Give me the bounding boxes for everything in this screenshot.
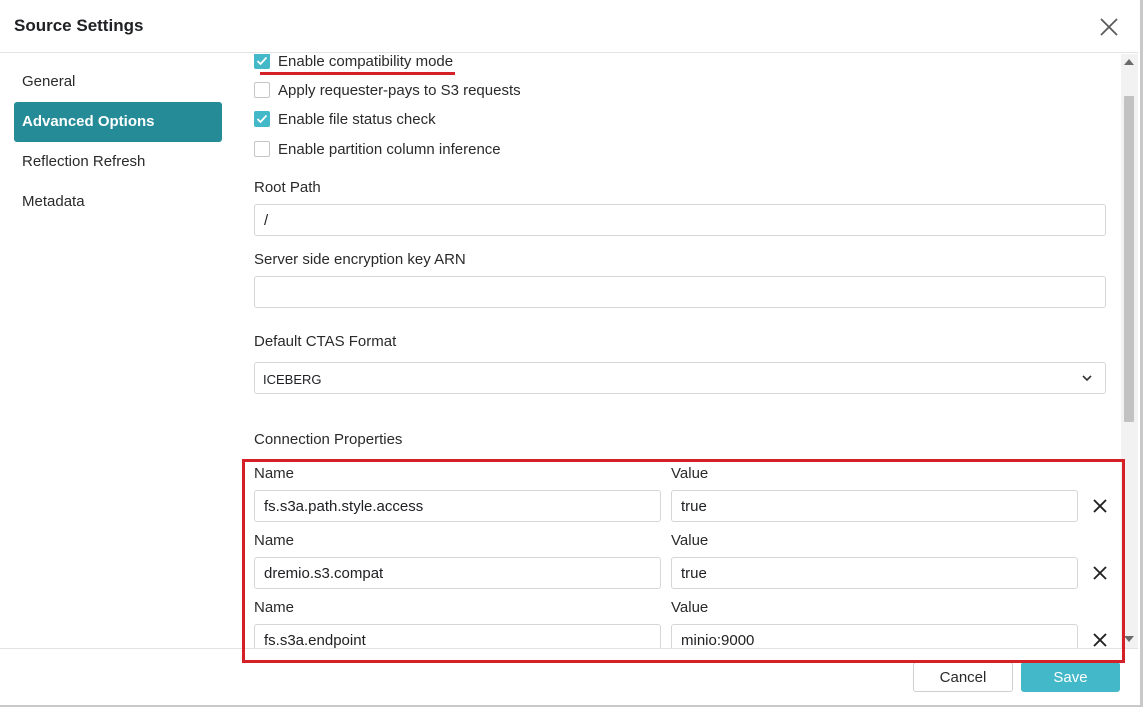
sidebar-item-reflection-refresh[interactable]: Reflection Refresh: [14, 142, 222, 182]
scroll-up-icon[interactable]: [1124, 59, 1134, 65]
close-button[interactable]: [1096, 14, 1122, 40]
ctas-format-value: ICEBERG: [263, 372, 322, 387]
property-value-input[interactable]: [671, 624, 1078, 648]
close-icon: [1093, 566, 1107, 580]
cancel-button[interactable]: Cancel: [913, 662, 1013, 692]
save-button[interactable]: Save: [1021, 662, 1120, 692]
requester-pays-checkbox[interactable]: [254, 82, 270, 98]
advanced-options-panel: Enable compatibility mode Apply requeste…: [236, 54, 1121, 648]
sidebar-item-general[interactable]: General: [14, 62, 222, 102]
compatibility-mode-label: Enable compatibility mode: [278, 54, 454, 70]
partition-inference-checkbox[interactable]: [254, 141, 270, 157]
property-value-input[interactable]: [671, 557, 1078, 589]
partition-inference-label: Enable partition column inference: [278, 140, 501, 158]
property-value-input[interactable]: [671, 490, 1078, 522]
close-icon: [1100, 18, 1118, 36]
property-value-header: Value: [671, 532, 709, 549]
property-value-header: Value: [671, 465, 709, 482]
close-icon: [1093, 499, 1107, 513]
sidebar-item-metadata[interactable]: Metadata: [14, 182, 222, 222]
sse-key-input[interactable]: [254, 276, 1106, 308]
checkmark-icon: [256, 56, 268, 66]
dialog-title: Source Settings: [14, 16, 144, 35]
property-name-header: Name: [254, 599, 295, 616]
root-path-label: Root Path: [254, 179, 321, 196]
settings-sidebar: General Advanced Options Reflection Refr…: [0, 54, 236, 648]
property-name-input[interactable]: [254, 490, 661, 522]
compatibility-mode-checkbox-row[interactable]: Enable compatibility mode: [254, 54, 453, 71]
file-status-check-checkbox[interactable]: [254, 111, 270, 127]
property-name-input[interactable]: [254, 624, 661, 648]
annotation-underline: [260, 72, 455, 75]
property-value-header: Value: [671, 599, 709, 616]
requester-pays-label: Apply requester-pays to S3 requests: [278, 81, 521, 99]
remove-property-button[interactable]: [1090, 630, 1110, 648]
partition-inference-checkbox-row[interactable]: Enable partition column inference: [254, 139, 501, 159]
sse-key-label: Server side encryption key ARN: [254, 251, 466, 268]
file-status-check-label: Enable file status check: [278, 110, 436, 128]
checkmark-icon: [256, 114, 268, 124]
chevron-down-icon: [1082, 375, 1092, 382]
compatibility-mode-checkbox[interactable]: [254, 54, 270, 69]
source-settings-dialog: Source Settings General Advanced Options…: [0, 0, 1143, 707]
dialog-header: Source Settings: [0, 0, 1138, 53]
scroll-down-icon[interactable]: [1124, 636, 1134, 642]
close-icon: [1093, 633, 1107, 647]
sidebar-item-advanced-options[interactable]: Advanced Options: [14, 102, 222, 142]
requester-pays-checkbox-row[interactable]: Apply requester-pays to S3 requests: [254, 80, 521, 100]
property-name-input[interactable]: [254, 557, 661, 589]
property-name-header: Name: [254, 532, 295, 549]
remove-property-button[interactable]: [1090, 563, 1110, 583]
file-status-check-checkbox-row[interactable]: Enable file status check: [254, 109, 436, 129]
content-scrollbar[interactable]: [1121, 54, 1138, 648]
ctas-format-label: Default CTAS Format: [254, 333, 397, 350]
scrollbar-thumb[interactable]: [1124, 96, 1134, 422]
root-path-input[interactable]: [254, 204, 1106, 236]
connection-properties-label: Connection Properties: [254, 431, 403, 448]
property-name-header: Name: [254, 465, 295, 482]
remove-property-button[interactable]: [1090, 496, 1110, 516]
ctas-format-select[interactable]: ICEBERG: [254, 362, 1106, 394]
